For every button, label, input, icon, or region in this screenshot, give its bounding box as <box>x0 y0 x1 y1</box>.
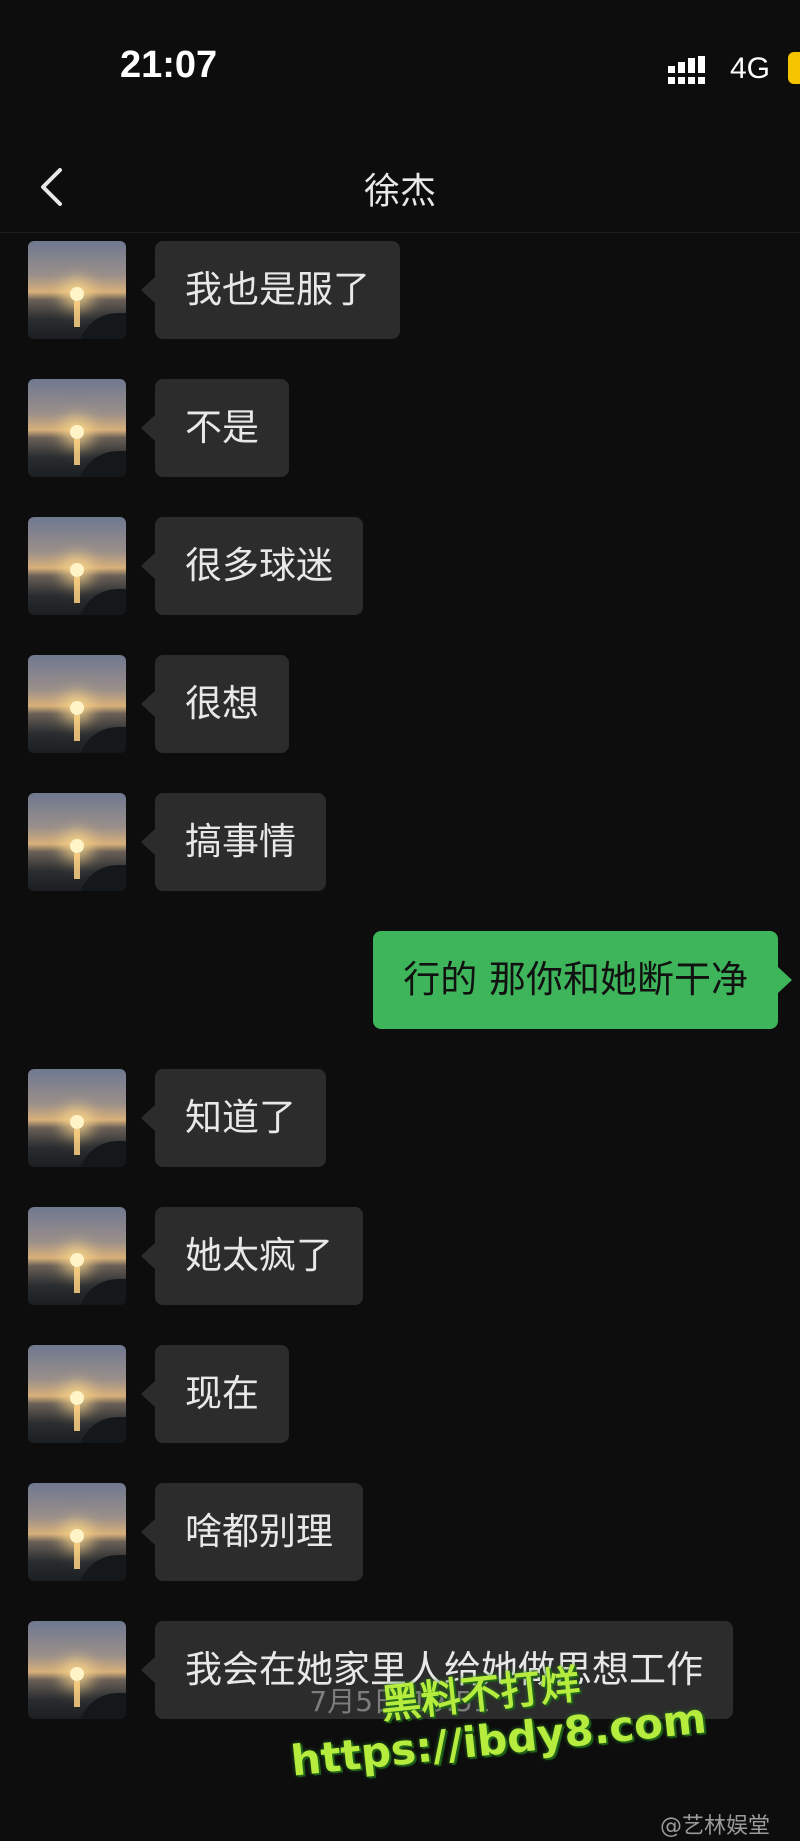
message-row: 啥都别理 <box>0 1483 800 1581</box>
weibo-credit: @艺林娱堂 <box>660 1814 771 1839</box>
incoming-message-bubble[interactable]: 很想 <box>141 655 289 753</box>
contact-avatar[interactable] <box>28 1069 126 1167</box>
contact-avatar[interactable] <box>28 655 126 753</box>
incoming-message-bubble[interactable]: 啥都别理 <box>141 1483 363 1581</box>
incoming-message-bubble[interactable]: 她太疯了 <box>141 1207 363 1305</box>
outgoing-message-bubble[interactable]: 行的 那你和她断干净 <box>373 931 792 1029</box>
incoming-message-bubble[interactable]: 搞事情 <box>141 793 326 891</box>
status-time: 21:07 <box>120 44 218 86</box>
incoming-message-bubble[interactable]: 我也是服了 <box>141 241 400 339</box>
contact-avatar[interactable] <box>28 241 126 339</box>
message-row: 知道了 <box>0 1069 800 1167</box>
incoming-message-bubble[interactable]: 很多球迷 <box>141 517 363 615</box>
contact-avatar[interactable] <box>28 1207 126 1305</box>
signal-strength-icon <box>668 56 705 84</box>
message-row: 现在 <box>0 1345 800 1443</box>
chat-header: 徐杰 <box>0 140 800 233</box>
chat-title: 徐杰 <box>363 171 436 212</box>
message-row: 搞事情 <box>0 793 800 891</box>
message-row: 很多球迷 <box>0 517 800 615</box>
incoming-message-bubble[interactable]: 不是 <box>141 379 289 477</box>
contact-avatar[interactable] <box>28 379 126 477</box>
contact-avatar[interactable] <box>28 793 126 891</box>
message-row: 她太疯了 <box>0 1207 800 1305</box>
message-row: 我也是服了 <box>0 241 800 339</box>
status-bar: 21:07 4G <box>0 0 800 140</box>
incoming-message-bubble[interactable]: 现在 <box>141 1345 289 1443</box>
contact-avatar[interactable] <box>28 1345 126 1443</box>
incoming-message-bubble[interactable]: 知道了 <box>141 1069 326 1167</box>
contact-avatar[interactable] <box>28 517 126 615</box>
contact-avatar[interactable] <box>28 1483 126 1581</box>
message-row: 很想 <box>0 655 800 753</box>
battery-icon <box>788 52 800 84</box>
message-row: 行的 那你和她断干净 <box>0 931 800 1029</box>
network-type: 4G <box>730 52 771 85</box>
message-row: 不是 <box>0 379 800 477</box>
